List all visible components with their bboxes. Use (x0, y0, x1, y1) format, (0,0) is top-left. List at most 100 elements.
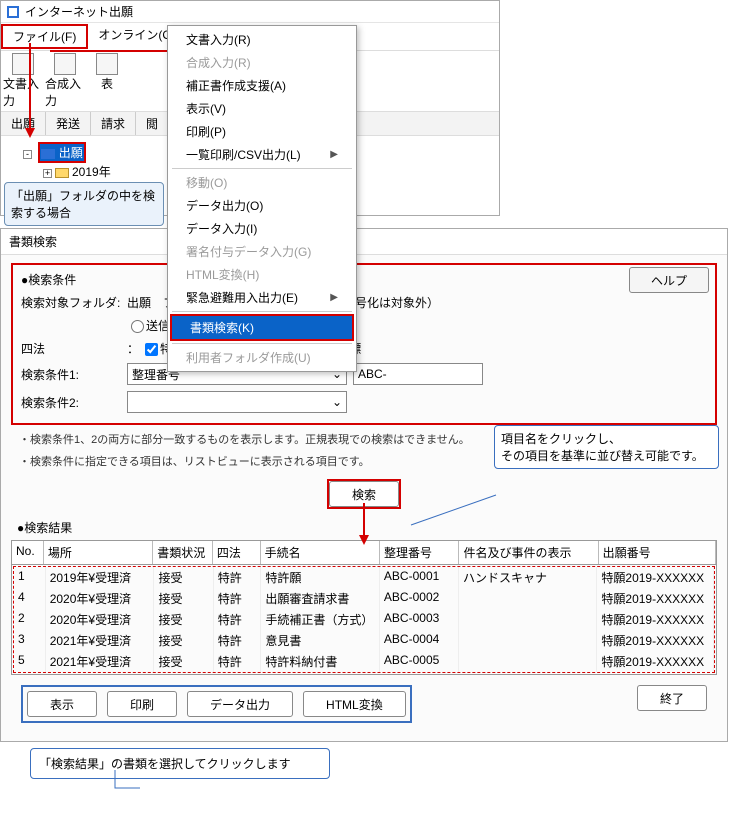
app-icon (5, 4, 21, 20)
cond2-label: 検索条件2: (21, 394, 121, 411)
cell-st: 接受 (154, 630, 213, 651)
grid-body: 12019年¥受理済接受特許特許願ABC-0001ハンドスキャナ特願2019-X… (13, 566, 715, 673)
mi-move: 移動(O) (168, 171, 356, 194)
dialog-title: 書類検索 (1, 229, 727, 254)
cell-law: 特許 (214, 609, 262, 630)
cond1-value-field[interactable]: ABC- (353, 363, 483, 385)
table-row[interactable]: 32021年¥受理済接受特許意見書ABC-0004特願2019-XXXXXX (14, 630, 714, 651)
show-button[interactable]: 表示 (27, 691, 97, 717)
mi-composite-input: 合成入力(R) (168, 51, 356, 74)
cell-ref: ABC-0001 (380, 567, 459, 588)
tab-application[interactable]: 出願 (1, 112, 46, 135)
col-status[interactable]: 書類状況 (153, 541, 213, 564)
cell-app: 特願2019-XXXXXX (597, 609, 714, 630)
search-conditions: ●検索条件 検索対象フォルダ: 出願 フォルダ配下の以下のフォルダ（暗号化は対象… (11, 263, 717, 425)
radio-send-file-input[interactable] (131, 320, 144, 333)
cell-no: 5 (14, 651, 46, 672)
tab-dispatch[interactable]: 発送 (46, 112, 91, 135)
close-button[interactable]: 終了 (637, 685, 707, 711)
cell-loc: 2020年¥受理済 (46, 588, 155, 609)
cell-ref: ABC-0003 (380, 609, 459, 630)
mi-list-print[interactable]: 一覧印刷/CSV出力(L)▶ (168, 143, 356, 166)
mi-data-input[interactable]: データ入力(I) (168, 217, 356, 240)
file-menu-popup: 文書入力(R) 合成入力(R) 補正書作成支援(A) 表示(V) 印刷(P) 一… (167, 25, 357, 372)
cell-st: 接受 (154, 567, 213, 588)
conditions-header: ●検索条件 (21, 271, 707, 288)
cell-proc: 出願審査請求書 (261, 588, 380, 609)
cell-law: 特許 (214, 588, 262, 609)
action-button-group: 表示 印刷 データ出力 HTML変換 (21, 685, 412, 723)
cell-name (459, 630, 597, 651)
tool-composite-input[interactable]: 合成入力 (45, 53, 85, 109)
col-ref-number[interactable]: 整理番号 (380, 541, 460, 564)
help-button[interactable]: ヘルプ (629, 267, 709, 293)
separator (172, 168, 352, 169)
cell-loc: 2019年¥受理済 (46, 567, 155, 588)
data-output-button[interactable]: データ出力 (187, 691, 293, 717)
cell-app: 特願2019-XXXXXX (597, 651, 714, 672)
chk-patent-input[interactable] (145, 343, 158, 356)
cell-proc: 手続補正書（方式） (261, 609, 380, 630)
print-button[interactable]: 印刷 (107, 691, 177, 717)
law-label: 四法 (21, 340, 121, 357)
dialog-footer: 表示 印刷 データ出力 HTML変換 終了 (11, 675, 717, 733)
table-row[interactable]: 42020年¥受理済接受特許出願審査請求書ABC-0002特願2019-XXXX… (14, 588, 714, 609)
col-location[interactable]: 場所 (44, 541, 153, 564)
cell-law: 特許 (214, 630, 262, 651)
cell-name (459, 588, 597, 609)
callout-folder-search: 「出願」フォルダの中を検索する場合 (4, 182, 164, 226)
folder-label: 検索対象フォルダ: (21, 294, 121, 311)
search-button[interactable]: 検索 (329, 481, 399, 507)
chevron-down-icon: ⌄ (332, 395, 342, 409)
mi-document-search[interactable]: 書類検索(K) (172, 316, 352, 339)
col-procedure[interactable]: 手続名 (261, 541, 380, 564)
results-header: ●検索結果 (17, 519, 717, 536)
table-row[interactable]: 12019年¥受理済接受特許特許願ABC-0001ハンドスキャナ特願2019-X… (14, 567, 714, 588)
app-title: インターネット出願 (25, 3, 133, 20)
chevron-right-icon: ▶ (330, 149, 338, 160)
expand-icon[interactable]: + (43, 169, 52, 178)
table-row[interactable]: 22020年¥受理済接受特許手続補正書（方式）ABC-0003特願2019-XX… (14, 609, 714, 630)
mi-html-convert: HTML変換(H) (168, 263, 356, 286)
col-no[interactable]: No. (12, 541, 44, 564)
cell-app: 特願2019-XXXXXX (597, 630, 714, 651)
mi-data-output[interactable]: データ出力(O) (168, 194, 356, 217)
cell-no: 1 (14, 567, 46, 588)
callout-select-result: 「検索結果」の書類を選択してクリックします (30, 748, 330, 779)
tab-view[interactable]: 閲 (136, 112, 169, 135)
mi-user-folder: 利用者フォルダ作成(U) (168, 346, 356, 369)
cell-st: 接受 (154, 651, 213, 672)
col-app-number[interactable]: 出願番号 (599, 541, 716, 564)
col-case-name[interactable]: 件名及び事件の表示 (459, 541, 598, 564)
cell-ref: ABC-0002 (380, 588, 459, 609)
cell-proc: 特許料納付書 (261, 651, 380, 672)
table-row[interactable]: 52021年¥受理済接受特許特許料納付書ABC-0005特願2019-XXXXX… (14, 651, 714, 672)
mi-amendment-support[interactable]: 補正書作成支援(A) (168, 74, 356, 97)
cell-loc: 2020年¥受理済 (46, 609, 155, 630)
collapse-icon[interactable]: - (23, 150, 32, 159)
mi-display[interactable]: 表示(V) (168, 97, 356, 120)
menu-file[interactable]: ファイル(F) (1, 24, 88, 49)
tab-claim[interactable]: 請求 (91, 112, 136, 135)
results-grid: No. 場所 書類状況 四法 手続名 整理番号 件名及び事件の表示 出願番号 1… (11, 540, 717, 675)
cell-proc: 特許願 (261, 567, 380, 588)
separator (172, 311, 352, 312)
tool-doc-input[interactable]: 文書入力 (3, 53, 43, 109)
titlebar: インターネット出願 (1, 1, 499, 22)
separator (172, 343, 352, 344)
cell-law: 特許 (214, 567, 262, 588)
cell-loc: 2021年¥受理済 (46, 630, 155, 651)
mi-doc-input[interactable]: 文書入力(R) (168, 28, 356, 51)
mi-signed-input: 署名付与データ入力(G) (168, 240, 356, 263)
cell-law: 特許 (214, 651, 262, 672)
html-convert-button[interactable]: HTML変換 (303, 691, 406, 717)
cond1-label: 検索条件1: (21, 366, 121, 383)
cond2-select[interactable]: ⌄ (127, 391, 347, 413)
cell-st: 接受 (154, 609, 213, 630)
tool-table[interactable]: 表 (87, 53, 127, 109)
callout-sort-columns: 項目名をクリックし、 その項目を基準に並び替え可能です。 (494, 425, 719, 469)
mi-print[interactable]: 印刷(P) (168, 120, 356, 143)
cell-no: 3 (14, 630, 46, 651)
col-law[interactable]: 四法 (213, 541, 261, 564)
mi-emergency[interactable]: 緊急避難用入出力(E)▶ (168, 286, 356, 309)
